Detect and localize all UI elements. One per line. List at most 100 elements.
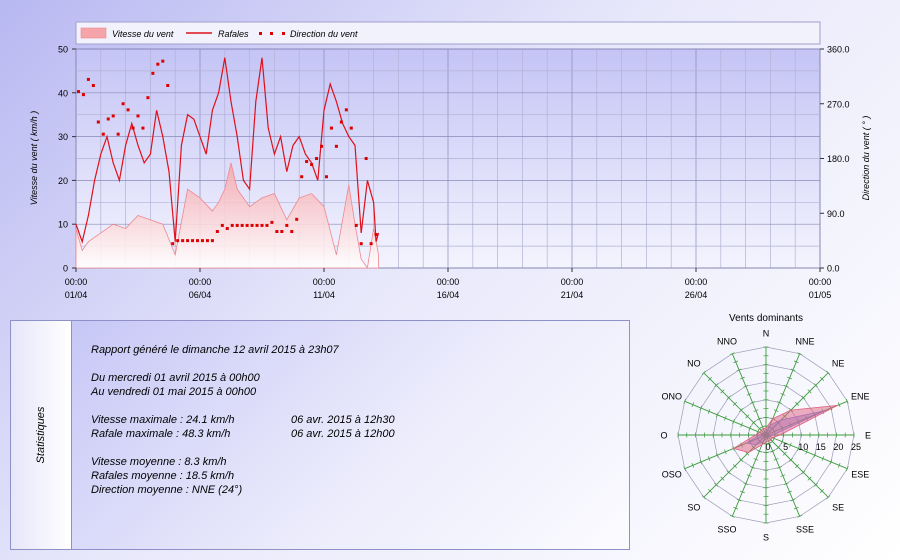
avg-direction: Direction moyenne : NNE (24°) [91, 484, 243, 496]
direction-point [354, 223, 358, 227]
x-tick-date: 26/04 [685, 290, 708, 300]
y-tick-label: 20 [58, 176, 68, 186]
y-axis-ticks: 0 10 20 30 40 50 [58, 45, 76, 274]
rose-direction-label: NNE [796, 336, 815, 346]
direction-point [86, 77, 90, 81]
rose-direction-label: ONO [662, 391, 683, 401]
rose-direction-label: N [763, 329, 770, 339]
report-line: Rapport généré le dimanche 12 avril 2015… [91, 344, 339, 356]
direction-point [131, 126, 135, 130]
statistics-panel: Statistiques Rapport généré le dimanche … [10, 320, 630, 550]
x-tick-time: 00:00 [809, 277, 832, 287]
avg-speed: Vitesse moyenne : 8.3 km/h [91, 456, 227, 468]
y2-axis-ticks: 0.0 90.0 180.0 270.0 360.0 [820, 45, 850, 274]
x-tick-time: 00:00 [189, 277, 212, 287]
legend-label-direction: Direction du vent [290, 29, 358, 39]
statistics-text: Rapport généré le dimanche 12 avril 2015… [91, 343, 395, 497]
max-speed-date: 06 avr. 2015 à 12h30 [291, 414, 395, 426]
rose-direction-label: NNO [717, 336, 737, 346]
rose-radial-label: 25 [851, 442, 861, 452]
rose-direction-label: NE [832, 358, 845, 368]
rose-direction-label: NO [687, 358, 701, 368]
legend-swatch-direction [259, 32, 262, 35]
period-to: Au vendredi 01 mai 2015 à 00h00 [91, 386, 257, 398]
y2-tick-label: 180.0 [827, 154, 850, 164]
direction-point [101, 132, 105, 136]
max-speed: Vitesse maximale : 24.1 km/h [91, 414, 235, 426]
direction-point [166, 84, 170, 87]
legend-swatch-direction [270, 32, 273, 35]
rose-title: Vents dominants [729, 313, 803, 324]
direction-point [235, 223, 239, 227]
rose-direction-label: S [763, 533, 769, 543]
direction-point [141, 126, 145, 130]
x-tick-time: 00:00 [313, 277, 336, 287]
direction-point [339, 120, 343, 124]
direction-point [186, 239, 190, 243]
direction-point [96, 120, 100, 124]
direction-point [324, 175, 328, 179]
direction-point [111, 114, 115, 118]
direction-point [171, 242, 175, 246]
legend-label-rafales: Rafales [218, 29, 249, 39]
direction-point [369, 242, 373, 246]
direction-point [334, 144, 338, 148]
rose-direction-label: ENE [851, 391, 870, 401]
direction-point [91, 84, 95, 87]
y2-axis-label: Direction du vent ( ° ) [861, 116, 871, 201]
rose-direction-label: SSE [796, 525, 814, 535]
direction-point [220, 223, 224, 227]
wind-time-chart: 0 10 20 30 40 50 0.0 90.0 180.0 270.0 360.0 00:00 01… [29, 21, 871, 300]
direction-point [215, 230, 219, 233]
max-speed-row: Vitesse maximale : 24.1 km/h 06 avr. 201… [91, 413, 395, 427]
legend-swatch-direction [282, 32, 285, 35]
direction-point [210, 239, 214, 243]
rose-direction-label: OSO [662, 470, 682, 480]
direction-point [156, 62, 160, 66]
wind-rose-chart: Vents dominants N NNE NE ENE E ESE SE SSE S SSO SO O… [660, 313, 871, 543]
statistics-side-tab: Statistiques [11, 321, 72, 549]
direction-point [136, 114, 140, 118]
max-gust-row: Rafale maximale : 48.3 km/h 06 avr. 2015… [91, 427, 395, 441]
direction-point [315, 157, 319, 160]
direction-point [225, 226, 229, 230]
legend-label-vitesse: Vitesse du vent [112, 29, 174, 39]
y-tick-label: 0 [63, 264, 68, 274]
direction-point [349, 126, 353, 130]
rose-direction-label: SE [832, 503, 844, 513]
y2-tick-label: 360.0 [827, 45, 850, 55]
direction-point [146, 96, 150, 100]
y2-tick-label: 90.0 [827, 209, 845, 219]
legend-swatch-vitesse [80, 27, 107, 39]
direction-point [310, 163, 314, 167]
period-from: Du mercredi 01 avril 2015 à 00h00 [91, 372, 260, 384]
avg-gust: Rafales moyenne : 18.5 km/h [91, 470, 235, 482]
direction-point [181, 239, 185, 243]
direction-point [106, 117, 110, 121]
direction-point [329, 126, 333, 130]
direction-point [76, 90, 80, 94]
rose-radial-label: 0 [765, 442, 770, 452]
direction-point [245, 223, 249, 227]
direction-point [270, 220, 274, 224]
y2-tick-label: 270.0 [827, 99, 850, 109]
direction-point [305, 160, 309, 164]
legend: Vitesse du vent Rafales Direction du vent [75, 21, 821, 45]
y-tick-label: 30 [58, 132, 68, 142]
rose-radial-label: 10 [798, 442, 808, 452]
x-tick-date: 06/04 [189, 290, 212, 300]
max-gust: Rafale maximale : 48.3 km/h [91, 428, 231, 440]
direction-point [344, 108, 348, 112]
rose-direction-label: SO [687, 503, 700, 513]
rose-radial-label: 5 [783, 442, 788, 452]
direction-point [285, 223, 289, 227]
rose-direction-label: SSO [717, 525, 736, 535]
direction-point [300, 175, 304, 179]
direction-point [196, 239, 200, 243]
direction-point [230, 223, 234, 227]
direction-point [295, 217, 299, 221]
y-tick-label: 10 [58, 220, 68, 230]
direction-point [200, 239, 204, 243]
rose-direction-label: E [865, 431, 871, 441]
x-tick-time: 00:00 [685, 277, 708, 287]
